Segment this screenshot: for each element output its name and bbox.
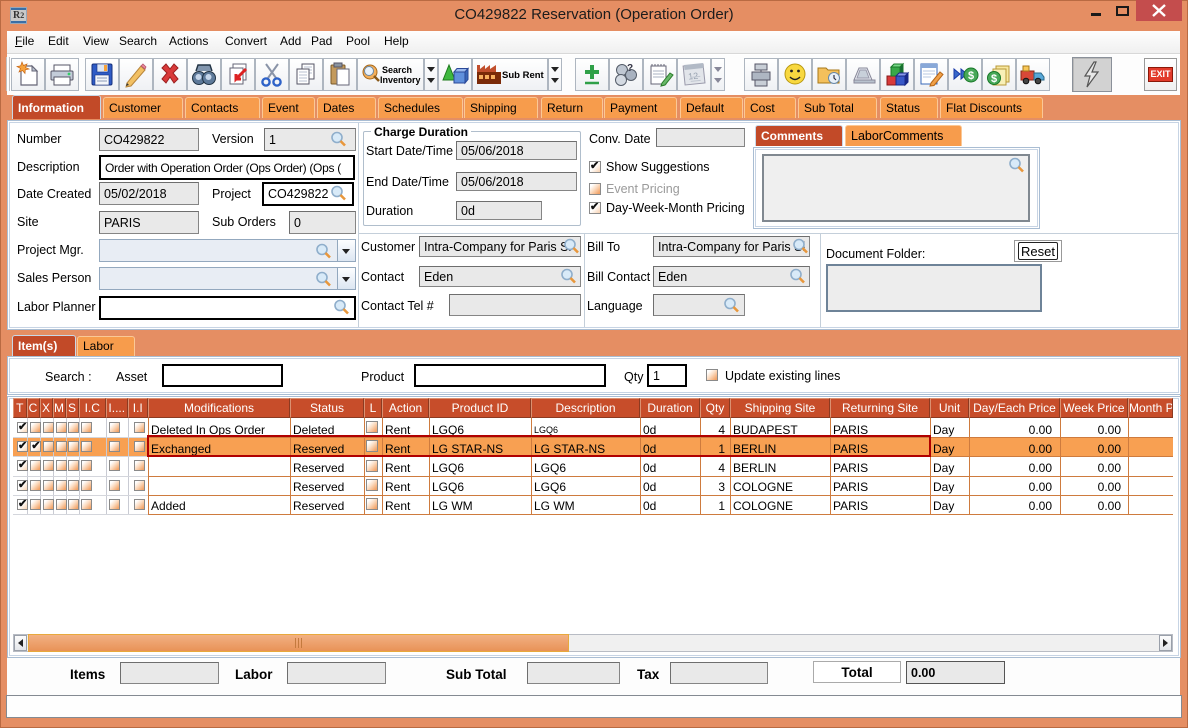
- svg-text:$: $: [968, 70, 974, 82]
- svg-text:Search: Search: [382, 65, 412, 75]
- svg-text:Sub Rent: Sub Rent: [502, 70, 545, 81]
- svg-text:$: $: [991, 73, 997, 85]
- svg-text:?: ?: [627, 63, 633, 74]
- svg-text:12: 12: [688, 71, 699, 82]
- svg-text:Inventory: Inventory: [380, 75, 421, 85]
